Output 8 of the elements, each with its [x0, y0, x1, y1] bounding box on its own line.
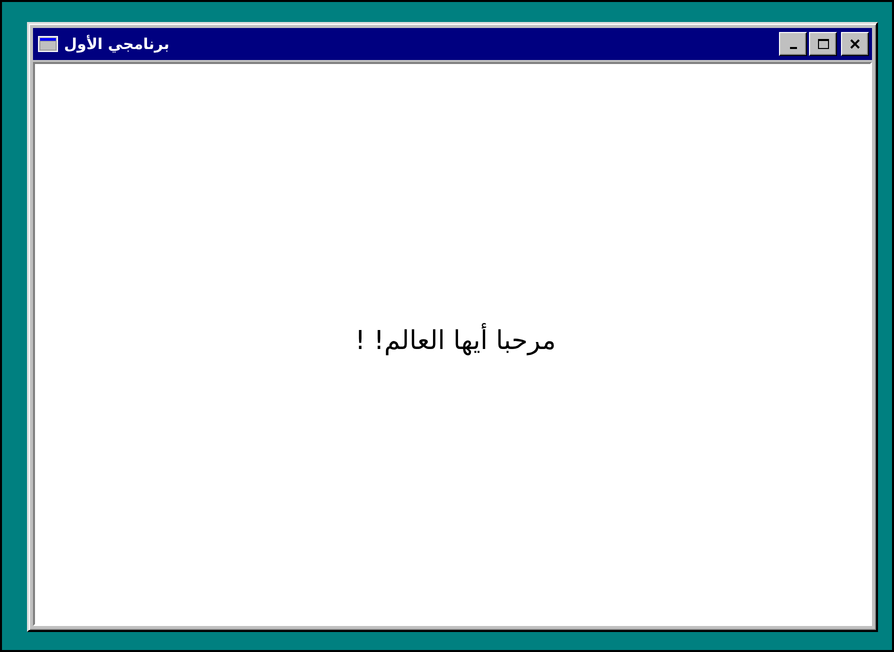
- window-title: برنامجي الأول: [64, 35, 170, 53]
- close-icon: [848, 37, 862, 51]
- maximize-button[interactable]: [809, 32, 837, 56]
- close-button[interactable]: [841, 32, 869, 56]
- minimize-button[interactable]: [779, 32, 807, 56]
- minimize-icon: [790, 47, 796, 49]
- window-icon: [38, 36, 58, 52]
- maximize-icon: [816, 37, 830, 51]
